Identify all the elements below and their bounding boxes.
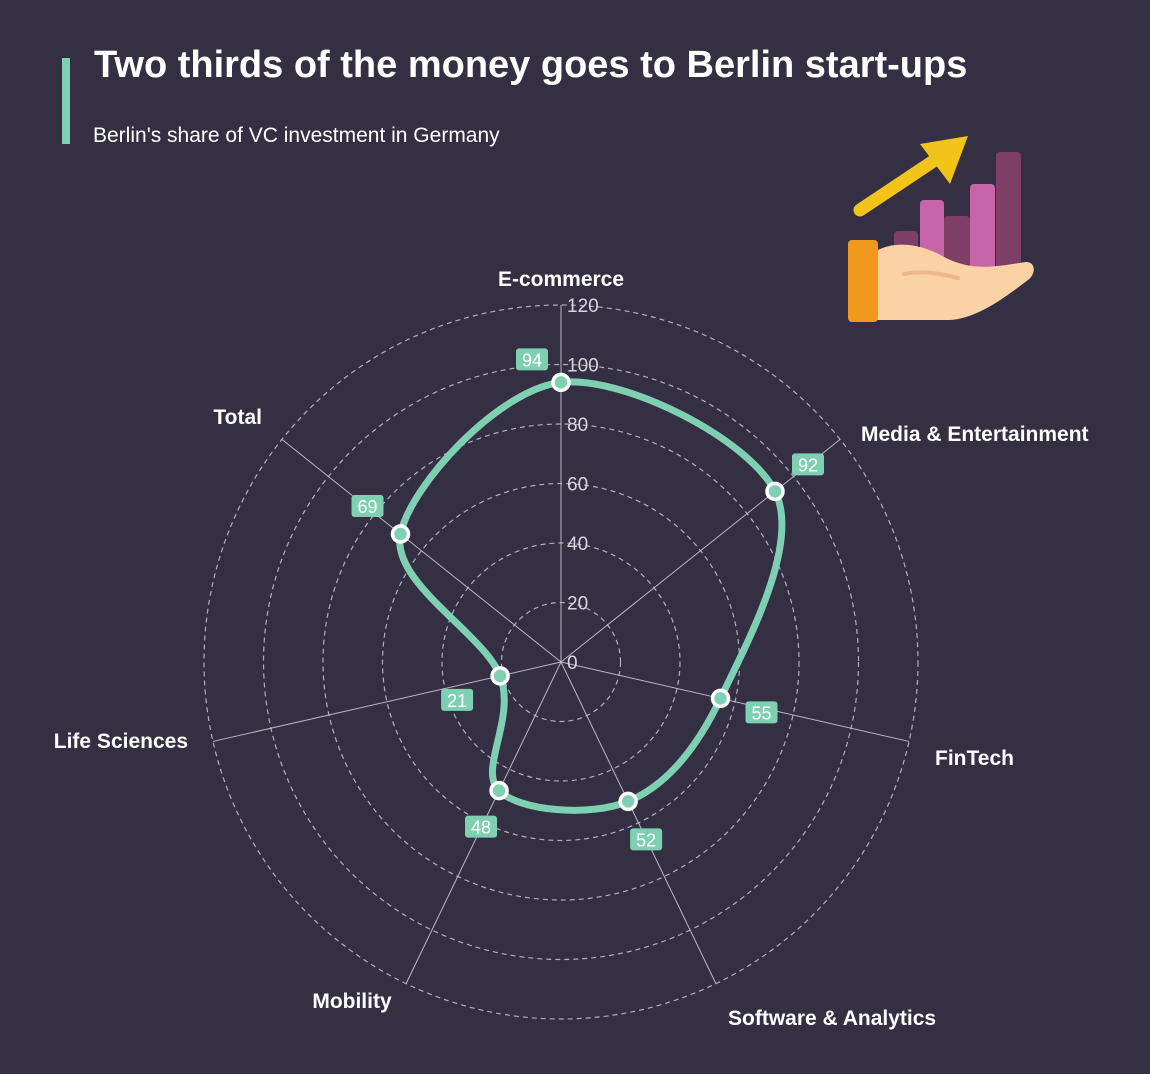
data-label-text: 52: [636, 830, 656, 850]
radial-tick-label: 100: [567, 356, 599, 377]
category-label: E-commerce: [498, 268, 624, 291]
axis-spoke: [560, 661, 717, 984]
radial-tick-labels: 0 20 40 60 80 100 120: [567, 296, 599, 674]
data-label: 52: [630, 828, 663, 851]
category-label: Media & Entertainment: [861, 423, 1089, 446]
data-label: 55: [745, 701, 778, 724]
series-line: [396, 378, 786, 814]
category-label: Software & Analytics: [728, 1007, 936, 1030]
radial-tick-label: 120: [567, 296, 599, 317]
data-label-text: 92: [798, 455, 818, 475]
data-point: [618, 791, 638, 812]
data-label: 48: [465, 815, 498, 838]
radial-tick-label: 60: [567, 475, 588, 496]
radial-tick-label: 40: [567, 534, 588, 555]
data-label-text: 55: [752, 703, 772, 723]
category-label: Mobility: [312, 990, 392, 1013]
data-label: 69: [351, 495, 384, 518]
data-point: [489, 780, 509, 801]
radial-tick-label: 0: [567, 653, 578, 674]
radial-tick-label: 20: [567, 594, 588, 615]
category-label: FinTech: [935, 747, 1014, 770]
data-label-text: 48: [471, 818, 491, 838]
data-label: 94: [516, 348, 548, 371]
data-point: [390, 524, 411, 544]
data-point: [551, 372, 571, 393]
data-label-text: 94: [522, 350, 542, 370]
data-point: [490, 666, 510, 686]
data-point: [765, 481, 785, 502]
data-label: 21: [441, 688, 474, 711]
radar-axes: [212, 305, 910, 984]
data-label: 92: [791, 453, 824, 476]
hand-holding-growth-chart-icon: [848, 136, 1034, 322]
data-label-text: 69: [357, 497, 377, 517]
series-curve: [396, 378, 786, 814]
data-point: [710, 688, 731, 709]
data-label-text: 21: [447, 691, 467, 711]
category-label: Life Sciences: [54, 730, 188, 753]
radial-tick-label: 80: [567, 415, 588, 436]
category-label: Total: [213, 406, 262, 429]
